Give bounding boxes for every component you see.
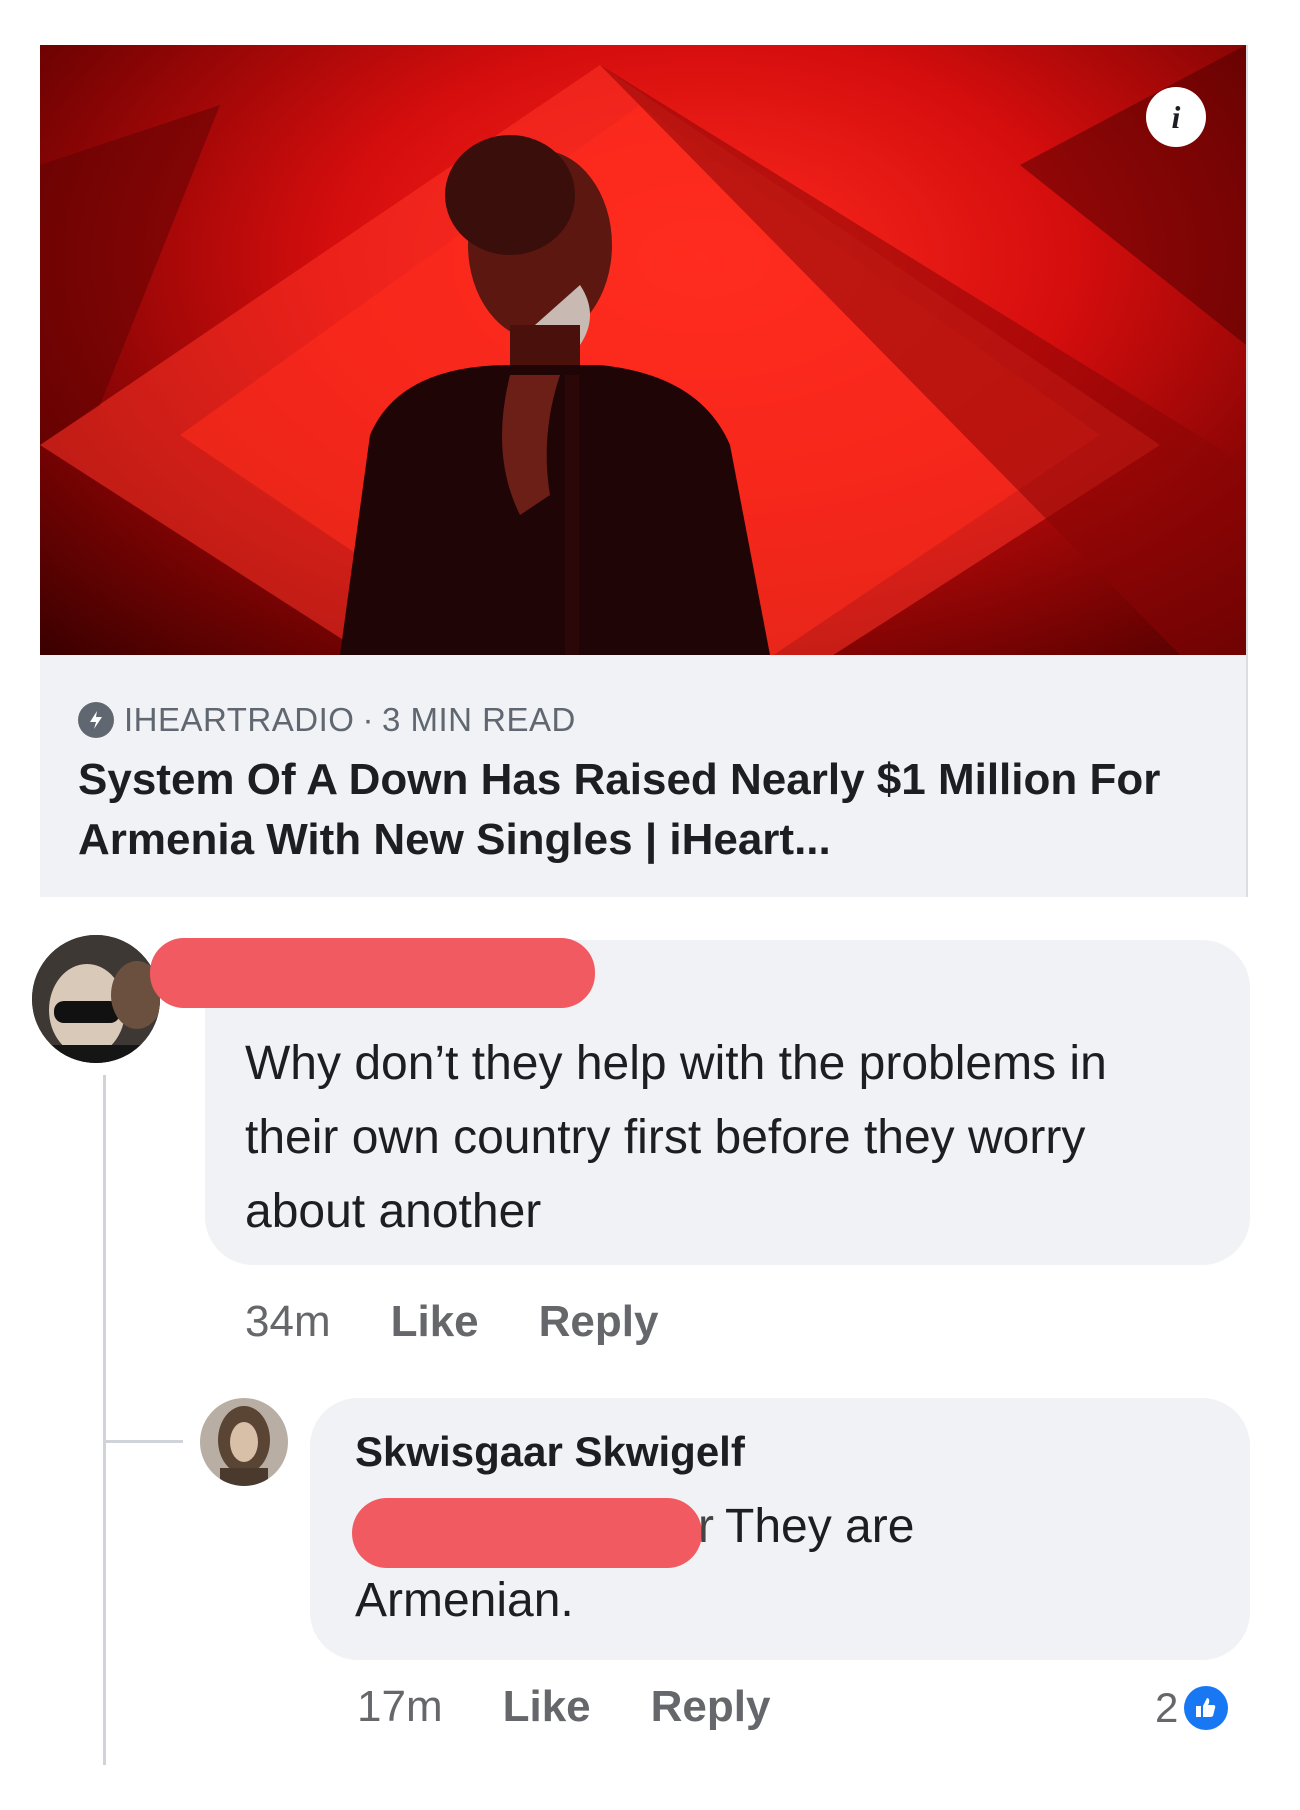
reply-avatar[interactable] [200,1398,288,1486]
meta-separator: · [362,701,374,738]
reply-text-line1: They are [725,1500,915,1553]
comment-time[interactable]: 34m [245,1297,331,1347]
reply-text-line2: Armenian. [355,1574,574,1627]
reaction-summary[interactable]: 2 [1155,1684,1229,1732]
reply-reply-button[interactable]: Reply [651,1682,771,1732]
reaction-count: 2 [1155,1684,1179,1731]
reply-mention-suffix: r [698,1500,714,1553]
concert-photo [40,45,1246,655]
comment-actions: 34m Like Reply [245,1297,718,1347]
reply-author-name[interactable]: Skwisgaar Skwigelf [355,1428,745,1476]
article-meta: IHEARTRADIO · 3 MIN READ [78,701,576,739]
reply-like-button[interactable]: Like [503,1682,591,1732]
article-headline[interactable]: System Of A Down Has Raised Nearly $1 Mi… [78,750,1208,870]
read-time: 3 MIN READ [381,701,576,738]
reply-time[interactable]: 17m [357,1682,443,1732]
reply-actions: 17m Like Reply [357,1682,830,1732]
reply-connector-curve [103,1410,106,1443]
comment-text: Why don’t they help with the problems in… [245,1037,1107,1238]
lightning-icon [78,702,114,738]
commenter-avatar[interactable] [32,935,160,1063]
thumbs-up-icon [1184,1686,1229,1730]
article-image[interactable]: i [40,45,1246,655]
article-source: IHEARTRADIO [124,701,355,738]
reply-button[interactable]: Reply [539,1297,659,1347]
redacted-author-name [150,938,595,1008]
link-preview-card[interactable]: i IHEARTRADIO · 3 MIN READ System Of A D… [40,45,1248,897]
reply-connector [103,1440,183,1443]
redacted-mention [352,1498,702,1568]
like-button[interactable]: Like [391,1297,479,1347]
info-icon[interactable]: i [1146,87,1206,147]
